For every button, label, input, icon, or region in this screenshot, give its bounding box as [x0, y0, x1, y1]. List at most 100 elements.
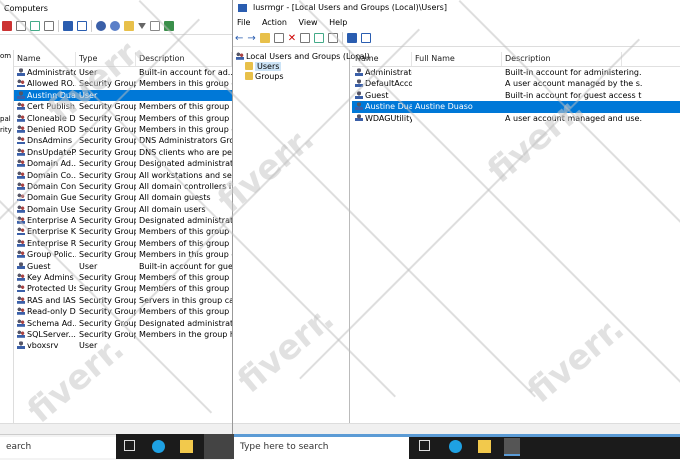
table-row[interactable]: Austine DuasoAustine Duaso — [352, 101, 680, 113]
add-ou-icon[interactable] — [124, 21, 134, 31]
table-row[interactable]: Enterprise K...Security Group...Members … — [14, 226, 232, 237]
table-row[interactable]: DnsAdminsSecurity Group...DNS Administra… — [14, 135, 232, 146]
computer-management-icon[interactable] — [504, 438, 520, 456]
user-icon — [17, 68, 25, 76]
properties-icon[interactable] — [300, 33, 311, 43]
group-icon — [17, 170, 25, 179]
table-row[interactable]: RAS and IAS ...Security Group...Servers … — [14, 295, 232, 306]
row-description — [502, 101, 642, 112]
task-view-icon[interactable] — [419, 440, 430, 451]
table-row[interactable]: Cert Publish...Security Group...Members … — [14, 101, 232, 112]
table-row[interactable]: DnsUpdateP...Security Group...DNS client… — [14, 147, 232, 158]
menu-help[interactable]: Help — [329, 18, 347, 27]
left-horizontal-scrollbar[interactable] — [0, 423, 232, 434]
menu-action[interactable]: Action — [262, 18, 287, 27]
table-row[interactable]: Group Polic...Security Group...Members i… — [14, 249, 232, 260]
column-header-description[interactable]: Description — [136, 52, 232, 66]
table-row[interactable]: Key AdminsSecurity Group...Members of th… — [14, 272, 232, 283]
show-hide-tree-icon[interactable] — [273, 33, 284, 43]
copy-icon[interactable] — [16, 21, 26, 31]
tree-item-users[interactable]: Users — [233, 62, 349, 71]
add-group-icon[interactable] — [110, 21, 120, 31]
row-description: Members in this group c... — [139, 250, 232, 260]
find-icon[interactable] — [150, 21, 160, 31]
view-icon[interactable] — [77, 21, 87, 31]
filter-icon[interactable] — [138, 23, 146, 29]
table-row[interactable]: SQLServer...Security Group...Members in … — [14, 329, 232, 340]
table-row[interactable]: WDAGUtility... A user account managed and… — [352, 113, 680, 124]
table-row[interactable]: Administrator Built-in account for admini… — [352, 67, 680, 78]
row-name: Enterprise A... — [14, 215, 76, 226]
row-name: Domain Ad... — [14, 158, 76, 169]
table-row[interactable]: AdministratorUser Built-in account for ad… — [14, 67, 232, 78]
edge-icon[interactable] — [449, 440, 462, 453]
row-description: Members of this group ... — [139, 102, 232, 112]
table-row[interactable]: vboxsrv User — [14, 340, 232, 351]
table-row[interactable]: Allowed RO...Security Group...Members in… — [14, 78, 232, 89]
row-type: Security Group... — [79, 216, 136, 226]
column-header-full-name[interactable]: Full Name — [412, 52, 502, 66]
row-type: Security Group... — [79, 204, 136, 214]
forward-arrow-icon[interactable]: → — [247, 33, 255, 44]
right-window-title: lusrmgr - [Local Users and Groups (Local… — [233, 0, 680, 16]
tree-item-groups[interactable]: Groups — [233, 72, 349, 81]
add-user-icon[interactable] — [96, 21, 106, 31]
row-description: Built-in account for guest access t... — [505, 90, 642, 100]
file-explorer-icon[interactable] — [180, 440, 193, 453]
right-horizontal-scrollbar[interactable] — [233, 423, 680, 434]
group-icon — [17, 307, 25, 316]
row-description: Members in the group h... — [139, 329, 232, 339]
group-icon — [17, 318, 25, 327]
menu-file[interactable]: File — [237, 18, 250, 27]
left-list-header: Name Type Description — [14, 52, 232, 67]
view-icon[interactable] — [361, 33, 372, 43]
table-row[interactable]: Austinn DuasoUser — [14, 89, 232, 102]
up-folder-icon[interactable] — [259, 33, 270, 43]
taskbar-search-right[interactable]: Type here to search — [234, 437, 409, 459]
table-row[interactable]: Domain Co...Security Group...All worksta… — [14, 170, 232, 181]
help-icon[interactable] — [63, 21, 73, 31]
tree-root[interactable]: Local Users and Groups (Local) — [233, 50, 370, 61]
export-icon[interactable] — [44, 21, 54, 31]
group-icon — [17, 181, 25, 190]
active-app-icon[interactable] — [204, 434, 234, 459]
table-row[interactable]: Enterprise R...Security Group...Members … — [14, 238, 232, 249]
column-header-type[interactable]: Type — [76, 52, 136, 66]
table-row[interactable]: Domain Con...Security Group...All domain… — [14, 181, 232, 192]
column-header-name[interactable]: Name — [14, 52, 76, 66]
export-list-icon[interactable] — [328, 33, 339, 43]
table-row[interactable]: Domain Gue...Security Group...All domain… — [14, 192, 232, 203]
refresh-icon[interactable] — [30, 21, 40, 31]
column-header-description[interactable]: Description — [502, 52, 622, 66]
table-row[interactable]: Read-only D...Security Group...Members o… — [14, 306, 232, 317]
refresh-icon[interactable] — [314, 33, 325, 43]
taskbar-search-left[interactable]: earch — [0, 437, 116, 458]
menu-view[interactable]: View — [299, 18, 318, 27]
delete-icon[interactable]: ✕ — [288, 33, 296, 44]
row-type: Security Group... — [79, 318, 136, 328]
table-row[interactable]: Enterprise A...Security Group...Designat… — [14, 215, 232, 226]
edge-icon[interactable] — [152, 440, 165, 453]
table-row[interactable]: Cloneable D...Security Group...Members o… — [14, 113, 232, 124]
row-name: Domain Co... — [14, 170, 76, 181]
table-row[interactable]: DefaultAcco... A user account managed by … — [352, 78, 680, 89]
help-icon[interactable] — [347, 33, 358, 43]
table-row[interactable]: Domain UsersSecurity Group...All domain … — [14, 204, 232, 215]
group-icon — [17, 204, 25, 213]
table-row[interactable]: Schema Ad...Security Group...Designated … — [14, 318, 232, 329]
row-name: Group Polic... — [14, 249, 76, 260]
close-icon[interactable] — [2, 21, 12, 31]
table-row[interactable]: Domain Ad...Security Group...Designated … — [14, 158, 232, 169]
file-explorer-icon[interactable] — [478, 440, 491, 453]
add-to-group-icon[interactable] — [164, 21, 174, 31]
table-row[interactable]: Protected Us...Security Group...Members … — [14, 283, 232, 294]
row-type: Security Group... — [79, 284, 136, 294]
table-row[interactable]: Denied ROD...Security Group...Members in… — [14, 124, 232, 135]
table-row[interactable]: Guest User Built-in account for gue... — [14, 261, 232, 272]
column-header-name[interactable]: Name — [352, 52, 412, 66]
task-view-icon[interactable] — [124, 440, 135, 451]
table-row[interactable]: Guest Built-in account for guest access t… — [352, 90, 680, 101]
row-name: Domain Gue... — [14, 192, 76, 203]
user-icon — [17, 261, 25, 270]
back-arrow-icon[interactable]: ← — [235, 33, 243, 44]
